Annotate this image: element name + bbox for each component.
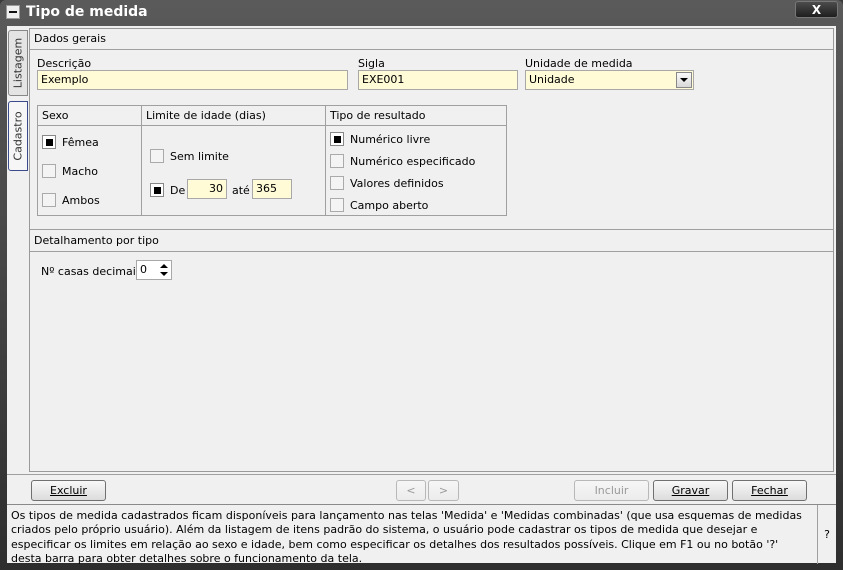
sigla-label: Sigla — [358, 57, 385, 70]
help-button[interactable]: ? — [817, 505, 836, 564]
unidade-select[interactable]: Unidade — [525, 70, 694, 90]
tipo-resultado-group: Tipo de resultado Numérico livre Numéric… — [325, 105, 507, 216]
vertical-tabs: Listagem Cadastro — [7, 26, 29, 476]
limite-idade-header: Limite de idade (dias) — [142, 106, 325, 126]
casas-decimais-value: 0 — [140, 263, 147, 276]
window-title: Tipo de medida — [26, 4, 148, 20]
checkbox-icon[interactable] — [330, 198, 344, 212]
prev-button[interactable]: < — [396, 480, 426, 501]
tipo-option-label: Campo aberto — [350, 198, 429, 212]
checkbox-icon[interactable] — [330, 176, 344, 190]
checkbox-icon[interactable] — [42, 135, 56, 149]
tipo-option-label: Numérico livre — [350, 132, 431, 146]
sexo-option-ambos[interactable]: Ambos — [42, 192, 100, 208]
sem-limite-label: Sem limite — [170, 149, 229, 163]
fechar-label: Fechar — [751, 484, 788, 497]
tab-listagem-label: Listagem — [11, 37, 25, 89]
checkbox-icon[interactable] — [330, 132, 344, 146]
cadastro-panel: Dados gerais Descrição Exemplo Sigla EXE… — [29, 28, 834, 472]
gravar-label: Gravar — [671, 484, 710, 497]
sigla-input[interactable]: EXE001 — [358, 70, 518, 90]
tipo-option-campo-aberto[interactable]: Campo aberto — [330, 197, 428, 213]
chevron-down-icon[interactable] — [676, 72, 692, 88]
sexo-header: Sexo — [38, 106, 141, 126]
tipo-option-valores-definidos[interactable]: Valores definidos — [330, 175, 444, 191]
ate-label: até — [232, 184, 250, 197]
idade-de-input[interactable]: 30 — [187, 179, 227, 199]
sexo-group: Sexo Fêmea Macho Ambos — [37, 105, 142, 216]
divider — [30, 49, 833, 50]
sexo-option-label: Ambos — [62, 193, 100, 207]
spin-arrows-icon[interactable] — [158, 262, 170, 278]
detalhamento-header: Detalhamento por tipo — [34, 234, 159, 247]
tipo-option-label: Valores definidos — [350, 176, 444, 190]
idade-ate-input[interactable]: 365 — [252, 179, 292, 199]
main-window: Tipo de medida X Listagem Cadastro Dados… — [0, 0, 843, 570]
divider — [30, 251, 833, 252]
help-text: Os tipos de medida cadastrados ficam dis… — [11, 509, 802, 565]
tipo-option-label: Numérico especificado — [350, 154, 476, 168]
sexo-option-femea[interactable]: Fêmea — [42, 134, 99, 150]
checkbox-icon[interactable] — [150, 149, 164, 163]
help-bar: Os tipos de medida cadastrados ficam dis… — [7, 504, 836, 565]
excluir-button[interactable]: Excluir — [31, 480, 106, 501]
client-area: Listagem Cadastro Dados gerais Descrição… — [7, 26, 836, 565]
sexo-option-macho[interactable]: Macho — [42, 163, 98, 179]
casas-decimais-stepper[interactable]: 0 — [136, 260, 172, 280]
checkbox-icon[interactable] — [42, 193, 56, 207]
checkbox-icon[interactable] — [330, 154, 344, 168]
title-bar: Tipo de medida X — [0, 0, 843, 26]
tipo-resultado-header: Tipo de resultado — [326, 106, 506, 126]
sexo-option-label: Macho — [62, 164, 98, 178]
fechar-button[interactable]: Fechar — [732, 480, 807, 501]
tab-cadastro-label: Cadastro — [11, 111, 25, 161]
de-label: De — [170, 183, 186, 197]
casas-decimais-label: Nº casas decimais — [41, 265, 142, 278]
descricao-label: Descrição — [37, 57, 92, 70]
dados-gerais-header: Dados gerais — [34, 32, 106, 45]
unidade-label: Unidade de medida — [525, 57, 633, 70]
incluir-button[interactable]: Incluir — [574, 480, 649, 501]
divider — [30, 229, 833, 230]
unidade-select-value: Unidade — [529, 73, 575, 86]
sem-limite-option[interactable]: Sem limite — [150, 148, 229, 164]
de-option[interactable]: De — [150, 182, 185, 198]
gravar-button[interactable]: Gravar — [653, 480, 728, 501]
excluir-label: Excluir — [50, 484, 87, 497]
descricao-input[interactable]: Exemplo — [37, 70, 348, 90]
tab-cadastro[interactable]: Cadastro — [8, 101, 28, 171]
limite-idade-group: Limite de idade (dias) Sem limite De 30 … — [141, 105, 326, 216]
next-button[interactable]: > — [428, 480, 459, 501]
window-menu-icon[interactable] — [6, 5, 20, 19]
checkbox-icon[interactable] — [150, 183, 164, 197]
checkbox-icon[interactable] — [42, 164, 56, 178]
tipo-option-numerico-especificado[interactable]: Numérico especificado — [330, 153, 475, 169]
tab-listagem[interactable]: Listagem — [8, 30, 28, 96]
tipo-option-numerico-livre[interactable]: Numérico livre — [330, 131, 430, 147]
sexo-option-label: Fêmea — [62, 135, 99, 149]
close-button[interactable]: X — [795, 1, 838, 18]
button-bar: Excluir < > Incluir Gravar Fechar — [7, 474, 836, 504]
